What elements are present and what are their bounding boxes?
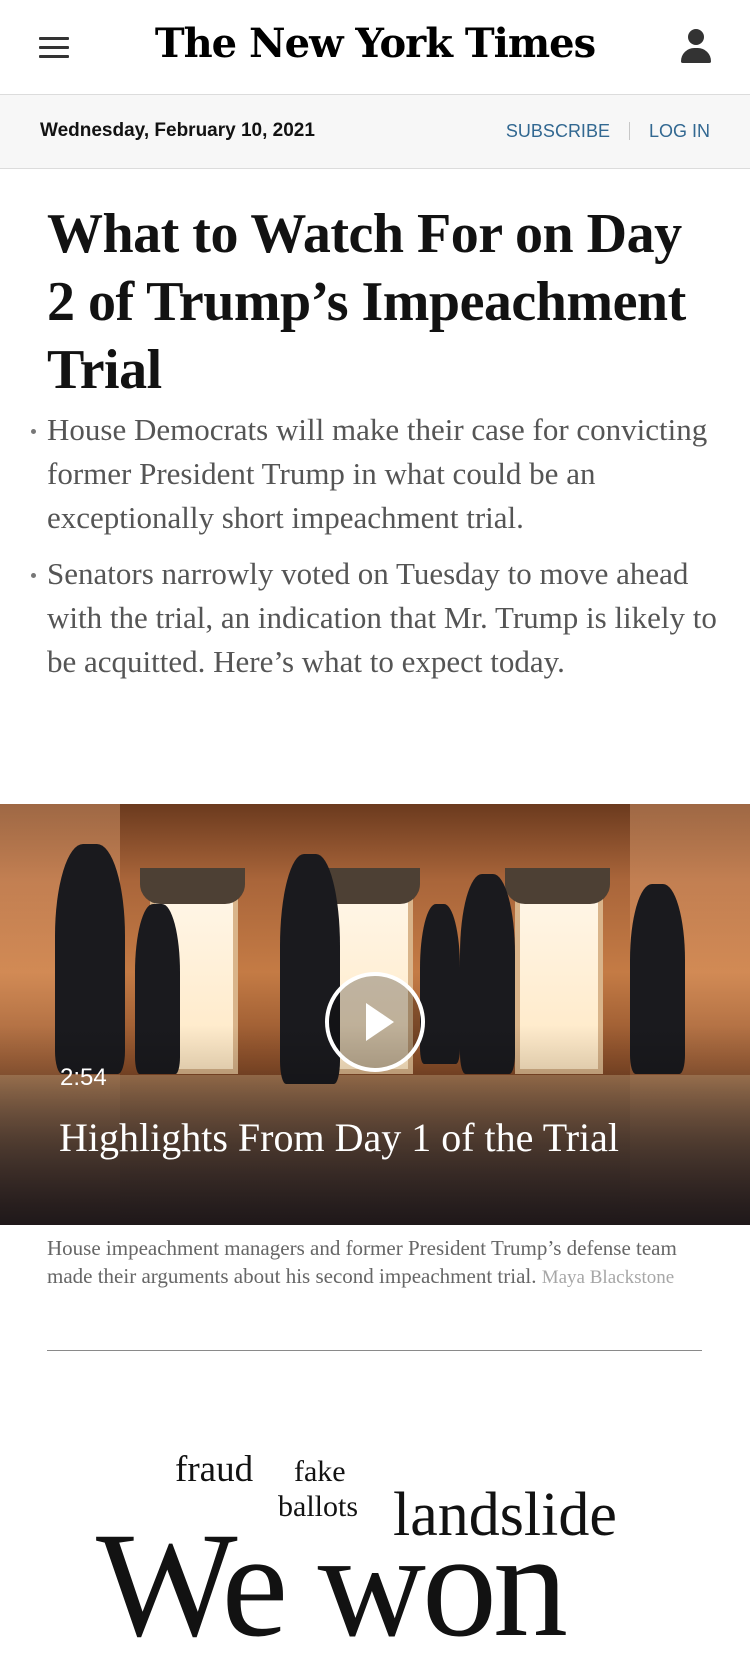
section-divider xyxy=(47,1350,702,1351)
divider xyxy=(628,122,630,140)
word-art-word: fraud xyxy=(175,1449,254,1490)
current-date: Wednesday, February 10, 2021 xyxy=(40,120,315,141)
summary-bullet: Senators narrowly voted on Tuesday to mo… xyxy=(31,552,717,684)
login-link[interactable]: LOG IN xyxy=(649,121,710,141)
date-bar: Wednesday, February 10, 2021 SUBSCRIBE L… xyxy=(0,95,750,169)
account-icon[interactable] xyxy=(680,29,712,65)
summary-bullet: House Democrats will make their case for… xyxy=(31,408,717,540)
word-art-headline: We won xyxy=(96,1502,568,1668)
nyt-logo[interactable]: The New York Times xyxy=(0,20,750,67)
summary-bullets: House Democrats will make their case for… xyxy=(31,408,717,696)
video-scene xyxy=(505,868,610,904)
play-button-icon[interactable] xyxy=(325,972,425,1072)
top-navigation-bar: The New York Times xyxy=(0,0,750,95)
video-caption: House impeachment managers and former Pr… xyxy=(47,1234,707,1292)
video-scene xyxy=(140,868,245,904)
photo-credit: Maya Blackstone xyxy=(541,1267,675,1288)
word-art-word: fake xyxy=(294,1455,346,1488)
video-duration: 2:54 xyxy=(60,1064,107,1091)
video-player[interactable]: 2:54 Highlights From Day 1 of the Trial xyxy=(0,804,750,1225)
subscribe-link[interactable]: SUBSCRIBE xyxy=(506,121,610,141)
article-headline[interactable]: What to Watch For on Day 2 of Trump’s Im… xyxy=(47,200,707,404)
video-title[interactable]: Highlights From Day 1 of the Trial xyxy=(59,1114,619,1161)
account-links: SUBSCRIBE LOG IN xyxy=(506,121,710,142)
